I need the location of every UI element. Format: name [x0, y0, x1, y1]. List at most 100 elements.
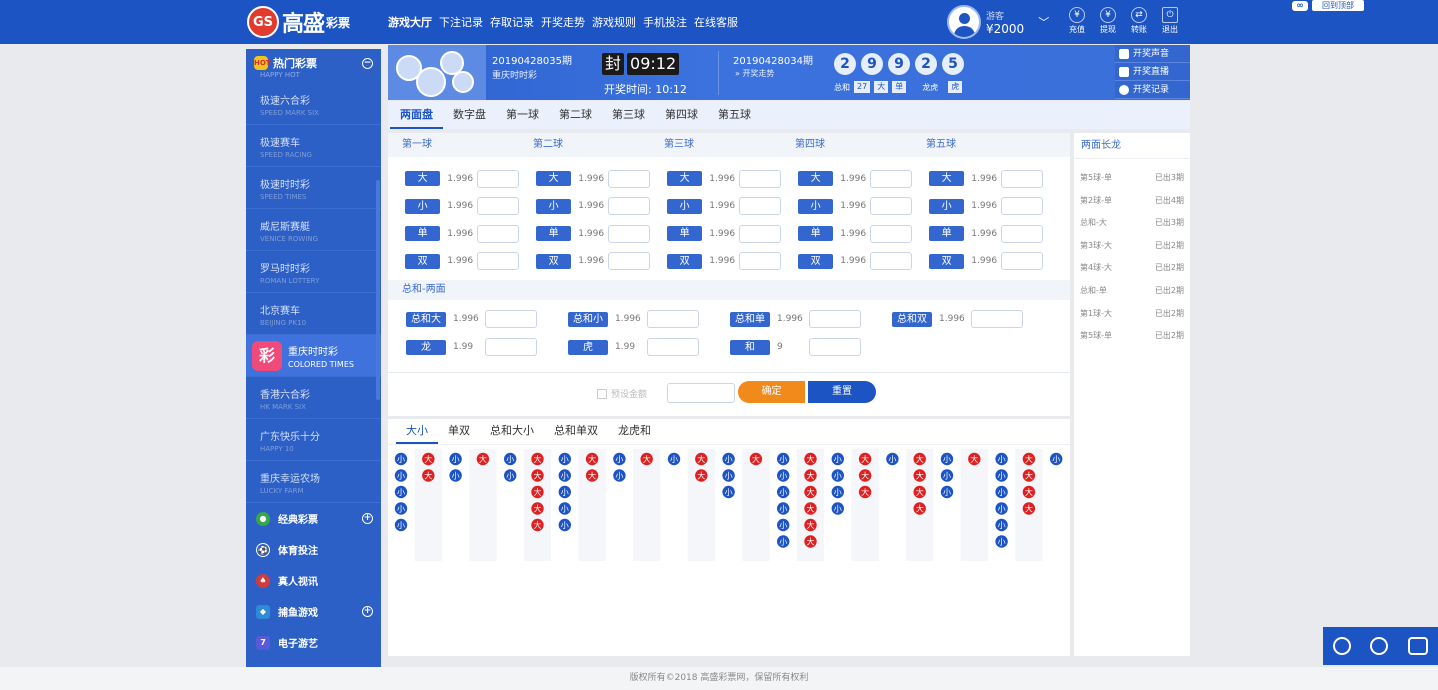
bet-option[interactable]: 双 — [798, 253, 834, 269]
sidebar-item-speed-racing[interactable]: 极速赛车 SPEED RACING — [246, 125, 381, 167]
sidebar-cat-sports[interactable]: ⚽ 体育投注 — [246, 534, 381, 565]
bet-option[interactable]: 单 — [929, 226, 965, 242]
bet-option[interactable]: 总和小 — [568, 311, 608, 327]
bet-amount-input[interactable] — [809, 338, 861, 356]
sidebar-scrollbar[interactable] — [376, 180, 380, 400]
bet-amount-input[interactable] — [485, 338, 537, 356]
nav-support[interactable]: 在线客服 — [694, 14, 738, 30]
bet-amount-input[interactable] — [1001, 197, 1043, 216]
road-tab-sum-parity[interactable]: 总和单双 — [544, 419, 608, 444]
tab-ball-5[interactable]: 第五球 — [708, 101, 761, 129]
nav-game-hall[interactable]: 游戏大厅 — [388, 14, 432, 30]
logout-button[interactable]: ⏻ 退出 — [1159, 7, 1181, 35]
bet-amount-input[interactable] — [809, 310, 861, 328]
reset-button[interactable]: 重置 — [808, 381, 876, 403]
bet-option[interactable]: 大 — [536, 171, 572, 187]
bet-amount-input[interactable] — [1001, 224, 1043, 243]
bet-option[interactable]: 和 — [730, 339, 770, 355]
trend-link[interactable]: » 开奖走势 — [735, 68, 774, 79]
road-tab-dragon-tiger[interactable]: 龙虎和 — [608, 419, 661, 444]
bet-amount-input[interactable] — [647, 338, 699, 356]
nav-bet-records[interactable]: 下注记录 — [439, 14, 483, 30]
road-tab-parity[interactable]: 单双 — [438, 419, 480, 444]
collapse-icon[interactable]: − — [362, 57, 373, 69]
sidebar-cat-slots[interactable]: 7 电子游艺 — [246, 627, 381, 658]
history-button[interactable]: 开奖记录 — [1115, 81, 1190, 99]
tab-ball-4[interactable]: 第四球 — [655, 101, 708, 129]
bet-amount-input[interactable] — [477, 197, 519, 216]
sidebar-item-lucky-farm[interactable]: 重庆幸运农场 LUCKY FARM — [246, 461, 381, 503]
bet-amount-input[interactable] — [870, 169, 912, 188]
nav-deposit-records[interactable]: 存取记录 — [490, 14, 534, 30]
bet-option[interactable]: 大 — [798, 171, 834, 187]
tab-ball-2[interactable]: 第二球 — [549, 101, 602, 129]
bet-option[interactable]: 小 — [798, 198, 834, 214]
bet-amount-input[interactable] — [870, 252, 912, 271]
sidebar-item-roman-lottery[interactable]: 罗马时时彩 ROMAN LOTTERY — [246, 251, 381, 293]
expand-icon[interactable]: + — [362, 513, 373, 524]
bet-option[interactable]: 双 — [929, 253, 965, 269]
bet-amount-input[interactable] — [485, 310, 537, 328]
sidebar-cat-live[interactable]: ♠ 真人视讯 — [246, 565, 381, 596]
tab-two-sides[interactable]: 两面盘 — [390, 101, 443, 129]
bet-option[interactable]: 大 — [929, 171, 965, 187]
sidebar-hot-header[interactable]: HOT 热门彩票 − — [246, 49, 381, 77]
bet-option[interactable]: 小 — [667, 198, 703, 214]
bet-amount-input[interactable] — [870, 224, 912, 243]
sound-button[interactable]: 开奖声音 — [1115, 45, 1190, 63]
mail-icon[interactable] — [1408, 637, 1429, 655]
sidebar-item-speed-times[interactable]: 极速时时彩 SPEED TIMES — [246, 167, 381, 209]
bet-amount-input[interactable] — [739, 169, 781, 188]
bet-option[interactable]: 单 — [405, 226, 441, 242]
bet-amount-input[interactable] — [647, 310, 699, 328]
bet-option[interactable]: 小 — [929, 198, 965, 214]
bet-amount-input[interactable] — [608, 224, 650, 243]
bet-amount-input[interactable] — [608, 252, 650, 271]
bet-option[interactable]: 总和大 — [406, 311, 446, 327]
bet-amount-input[interactable] — [1001, 252, 1043, 271]
bet-option[interactable]: 大 — [667, 171, 703, 187]
tab-ball-1[interactable]: 第一球 — [496, 101, 549, 129]
transfer-button[interactable]: ⇄ 转账 — [1128, 7, 1150, 35]
live-button[interactable]: 开奖直播 — [1115, 63, 1190, 81]
tab-ball-3[interactable]: 第三球 — [602, 101, 655, 129]
bet-option[interactable]: 总和双 — [892, 311, 932, 327]
withdraw-button[interactable]: ¥ 提现 — [1097, 7, 1119, 35]
sidebar-cat-fishing[interactable]: ◆ 捕鱼游戏 + — [246, 596, 381, 627]
user-panel[interactable]: 游客 ¥2000 ﹀ — [947, 5, 1049, 39]
corner-button[interactable]: ∞ 回到顶部 — [1292, 0, 1364, 11]
bet-option[interactable]: 龙 — [406, 339, 446, 355]
bet-amount-input[interactable] — [739, 197, 781, 216]
service-icon[interactable] — [1370, 637, 1389, 655]
tab-numbers[interactable]: 数字盘 — [443, 101, 496, 129]
bet-amount-input[interactable] — [477, 224, 519, 243]
bet-option[interactable]: 单 — [536, 226, 572, 242]
sidebar-cat-classic[interactable]: ● 经典彩票 + — [246, 503, 381, 534]
bet-amount-input[interactable] — [477, 252, 519, 271]
sidebar-item-happy-10[interactable]: 广东快乐十分 HAPPY 10 — [246, 419, 381, 461]
nav-trend[interactable]: 开奖走势 — [541, 14, 585, 30]
sidebar-item-venice-rowing[interactable]: 威尼斯赛艇 VENICE ROWING — [246, 209, 381, 251]
chat-icon[interactable] — [1332, 637, 1351, 655]
bet-amount-input[interactable] — [870, 197, 912, 216]
bet-option[interactable]: 双 — [405, 253, 441, 269]
bet-amount-input[interactable] — [739, 224, 781, 243]
bet-option[interactable]: 小 — [536, 198, 572, 214]
sidebar-item-hk-mark-six[interactable]: 香港六合彩 HK MARK SIX — [246, 377, 381, 419]
bet-option[interactable]: 总和单 — [730, 311, 770, 327]
bet-amount-input[interactable] — [971, 310, 1023, 328]
logo[interactable]: GS 高盛 彩票 — [247, 4, 350, 40]
bet-option[interactable]: 虎 — [568, 339, 608, 355]
sidebar-item-speed-mark-six[interactable]: 极速六合彩 SPEED MARK SIX — [246, 83, 381, 125]
expand-icon[interactable]: + — [362, 606, 373, 617]
chevron-down-icon[interactable]: ﹀ — [1038, 14, 1049, 30]
bet-option[interactable]: 小 — [405, 198, 441, 214]
preset-amount-input[interactable] — [667, 383, 735, 403]
sidebar-item-beijing-pk10[interactable]: 北京赛车 BEIJING PK10 — [246, 293, 381, 335]
bet-option[interactable]: 大 — [405, 171, 441, 187]
preset-amount-checkbox[interactable]: 预设金额 — [597, 387, 647, 400]
bet-option[interactable]: 单 — [667, 226, 703, 242]
bet-amount-input[interactable] — [608, 197, 650, 216]
sidebar-item-colored-times[interactable]: 彩 重庆时时彩 COLORED TIMES — [246, 335, 381, 377]
nav-rules[interactable]: 游戏规则 — [592, 14, 636, 30]
